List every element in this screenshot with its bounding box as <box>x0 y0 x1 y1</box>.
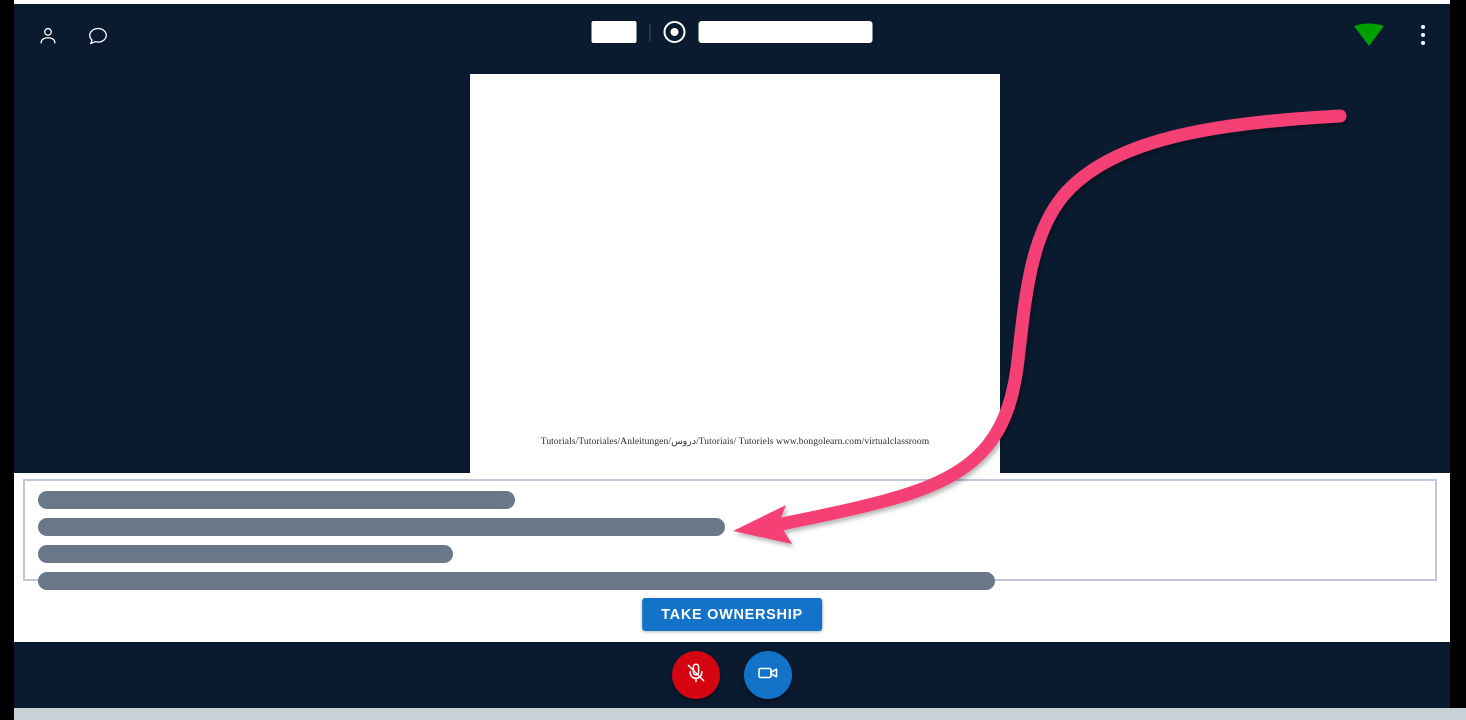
camera-button[interactable] <box>744 651 792 699</box>
bottom-control-bar <box>14 642 1450 708</box>
redacted-line <box>38 491 515 509</box>
record-icon[interactable] <box>663 21 686 43</box>
take-ownership-button[interactable]: TAKE OWNERSHIP <box>642 598 822 631</box>
redacted-line <box>38 545 453 563</box>
shared-slide[interactable]: Tutorials/Tutoriales/Anleitungen/دروس/Tu… <box>470 74 1000 473</box>
session-subtitle-redacted <box>698 21 873 43</box>
top-header-bar <box>14 4 1450 72</box>
kebab-dot <box>1421 33 1425 37</box>
video-camera-icon <box>755 660 781 691</box>
kebab-dot <box>1421 25 1425 29</box>
more-options-icon[interactable] <box>1412 22 1434 48</box>
signal-strength-icon <box>1352 22 1386 48</box>
session-title-redacted <box>591 21 637 43</box>
slide-footer-text: Tutorials/Tutoriales/Anleitungen/دروس/Tu… <box>540 437 930 447</box>
header-session-info <box>591 21 873 43</box>
kebab-dot <box>1421 41 1425 45</box>
header-divider <box>649 23 651 41</box>
redacted-line <box>38 572 995 590</box>
redacted-line <box>38 518 725 536</box>
header-right-icons <box>1352 22 1434 48</box>
chat-icon[interactable] <box>84 22 112 50</box>
screen-root: Tutorials/Tutoriales/Anleitungen/دروس/Tu… <box>0 0 1466 720</box>
participants-icon[interactable] <box>34 22 62 50</box>
mute-microphone-button[interactable] <box>672 651 720 699</box>
bottom-scroll-strip <box>14 708 1466 720</box>
redacted-text-box <box>23 479 1437 590</box>
header-left-icons <box>34 22 112 50</box>
microphone-muted-icon <box>684 661 708 690</box>
info-panel: TAKE OWNERSHIP <box>14 473 1450 642</box>
video-stage: Tutorials/Tutoriales/Anleitungen/دروس/Tu… <box>14 72 1450 473</box>
virtual-classroom-window: Tutorials/Tutoriales/Anleitungen/دروس/Tu… <box>14 0 1450 714</box>
